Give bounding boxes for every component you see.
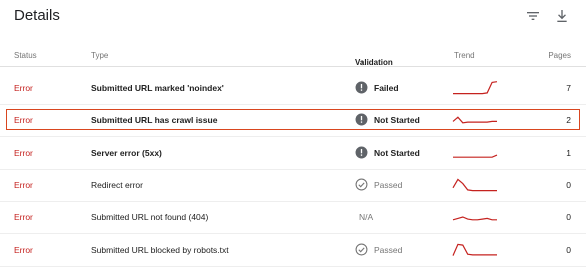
column-header-status: Status (14, 51, 37, 60)
table-row[interactable]: Error Redirect error Passed 0 (0, 169, 586, 202)
trend-line (452, 216, 497, 221)
validation-label: Not Started (374, 147, 420, 158)
issue-type-cell: Server error (5xx) (91, 147, 162, 158)
validation-label: Failed (374, 83, 399, 93)
trend-sparkline (453, 81, 498, 95)
download-icon[interactable] (554, 8, 570, 24)
pages-count-cell: 0 (566, 212, 571, 223)
status-cell: Error (14, 115, 33, 126)
details-card: Details Status Type Validation ↑ Trend Pa… (0, 0, 586, 274)
issue-type-cell: Redirect error (91, 179, 143, 190)
trend-line (452, 178, 497, 192)
table-row[interactable]: Error Submitted URL blocked by robots.txt… (0, 234, 586, 267)
status-cell: Error (14, 212, 33, 223)
issue-type-cell: Submitted URL blocked by robots.txt (91, 244, 229, 255)
pages-count-cell: 0 (566, 179, 571, 190)
column-header-trend: Trend (454, 51, 475, 60)
table-row[interactable]: Error Submitted URL marked 'noindex' Faile… (0, 72, 586, 105)
pages-count-cell: 7 (566, 83, 571, 93)
table-row[interactable]: Error Server error (5xx) Not Started 1 (0, 137, 586, 170)
column-header-pages: Pages (548, 51, 571, 60)
trend-sparkline (452, 216, 497, 221)
details-title: Details (14, 7, 60, 24)
trend-sparkline (453, 154, 498, 158)
status-cell: Error (14, 147, 33, 158)
table-row[interactable]: Error Submitted URL has crawl issue Not St… (0, 104, 586, 138)
trend-line (452, 243, 497, 256)
status-cell: Error (14, 179, 33, 190)
filter-list-icon[interactable] (525, 8, 541, 24)
issue-type-cell: Submitted URL marked 'noindex' (91, 83, 224, 93)
validation-label: Not Started (374, 115, 420, 126)
status-cell: Error (14, 244, 33, 255)
pages-count-cell: 2 (566, 115, 571, 126)
trend-sparkline (452, 243, 497, 256)
status-cell: Error (14, 83, 33, 93)
exclamation-circle-icon (355, 146, 368, 159)
validation-cell: N/A (359, 212, 374, 223)
issue-type-cell: Submitted URL has crawl issue (91, 115, 218, 126)
pages-count-cell: 1 (566, 147, 571, 158)
pages-count-cell: 0 (566, 244, 571, 255)
trend-line (452, 116, 497, 124)
check-circle-icon (355, 178, 368, 191)
exclamation-circle-icon (355, 81, 368, 94)
trend-line (453, 81, 498, 95)
issue-type-cell: Submitted URL not found (404) (91, 212, 209, 223)
trend-sparkline (452, 178, 497, 192)
validation-label: Passed (374, 244, 403, 255)
arrow-upward-icon: ↑ (360, 58, 364, 67)
table-row[interactable]: Error Submitted URL not found (404) N/A 0 (0, 201, 586, 235)
trend-sparkline (452, 116, 497, 124)
column-header-type: Type (91, 51, 109, 60)
table-header: Status Type Validation ↑ Trend Pages (0, 44, 586, 67)
validation-label: Passed (374, 179, 403, 190)
exclamation-circle-icon (355, 113, 368, 126)
trend-line (453, 154, 498, 158)
check-circle-icon (355, 243, 368, 255)
